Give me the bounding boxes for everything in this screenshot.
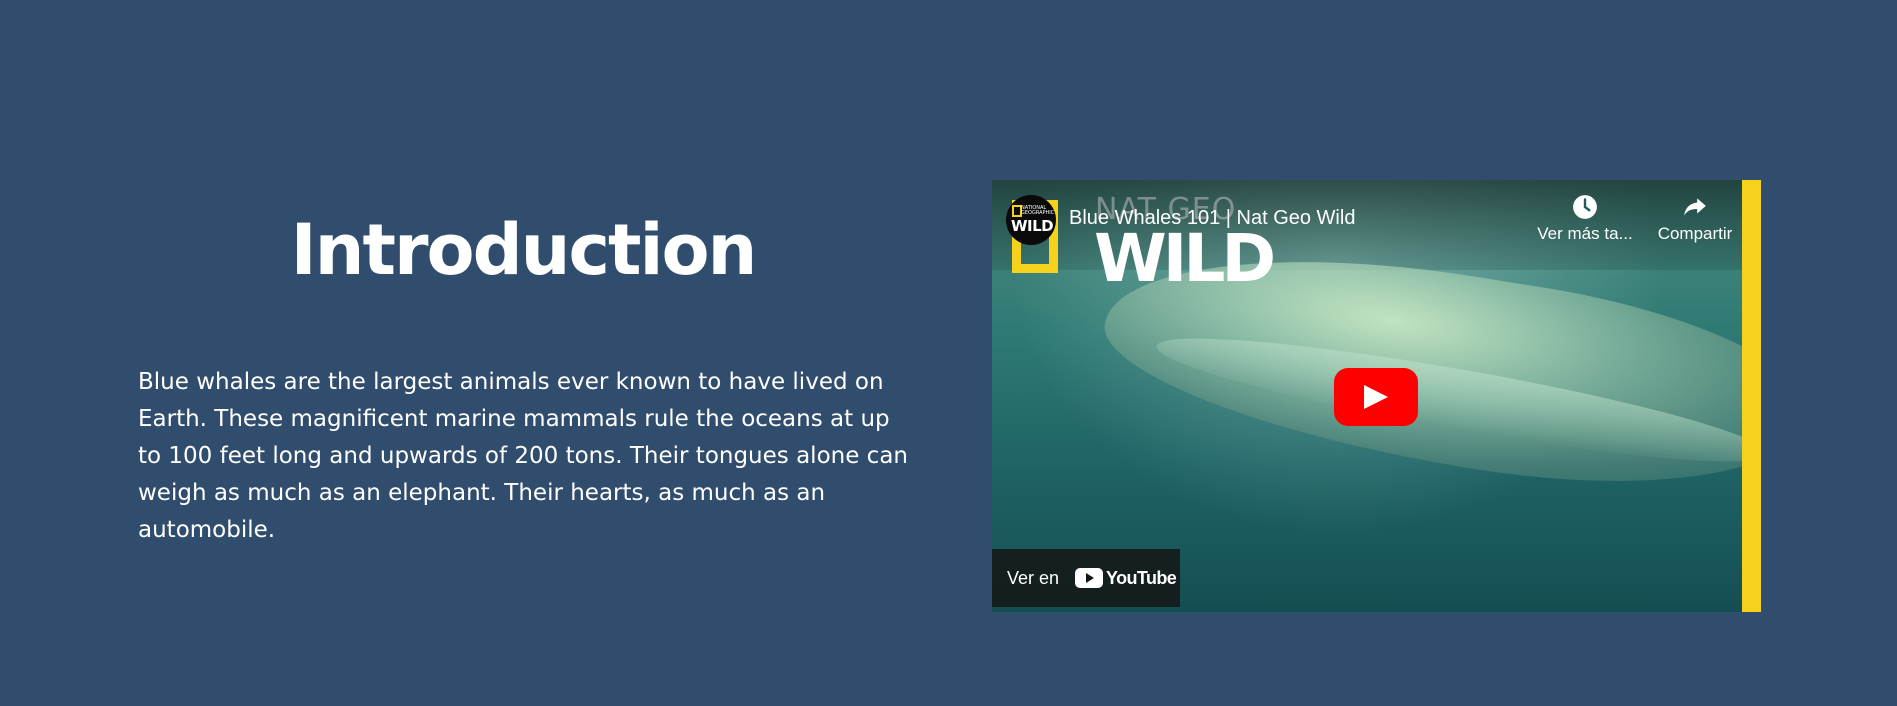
clock-icon [1573, 195, 1597, 219]
video-title-link[interactable]: Blue Whales 101 | Nat Geo Wild [1069, 207, 1355, 230]
youtube-logo-icon [1075, 568, 1104, 588]
play-icon [1364, 385, 1388, 409]
share-button[interactable]: Compartir [1640, 194, 1750, 244]
channel-avatar[interactable]: NATIONAL GEOGRAPHIC WILD [1006, 195, 1056, 245]
yellow-border-bar [1742, 180, 1761, 612]
watch-later-button[interactable]: Ver más ta... [1530, 194, 1640, 244]
watch-on-youtube-button[interactable]: Ver en YouTube [992, 549, 1180, 607]
share-arrow-icon [1684, 198, 1706, 216]
avatar-wild-text: WILD [1011, 217, 1054, 235]
watch-later-label: Ver más ta... [1537, 224, 1633, 243]
play-button[interactable] [1334, 368, 1418, 426]
watch-on-label: Ver en [1007, 567, 1060, 588]
intro-paragraph: Blue whales are the largest animals ever… [138, 369, 908, 543]
youtube-logo: YouTube [1075, 567, 1177, 589]
youtube-wordmark: YouTube [1106, 567, 1177, 588]
natgeo-wild-watermark: WILD [1094, 220, 1276, 297]
youtube-embed[interactable]: NAT GEO WILD NATIONAL GEOGRAPHIC WILD Bl… [992, 180, 1761, 612]
section-title: Introduction [290, 209, 758, 291]
avatar-brand-text: NATIONAL GEOGRAPHIC [1021, 205, 1055, 216]
share-label: Compartir [1657, 224, 1733, 243]
